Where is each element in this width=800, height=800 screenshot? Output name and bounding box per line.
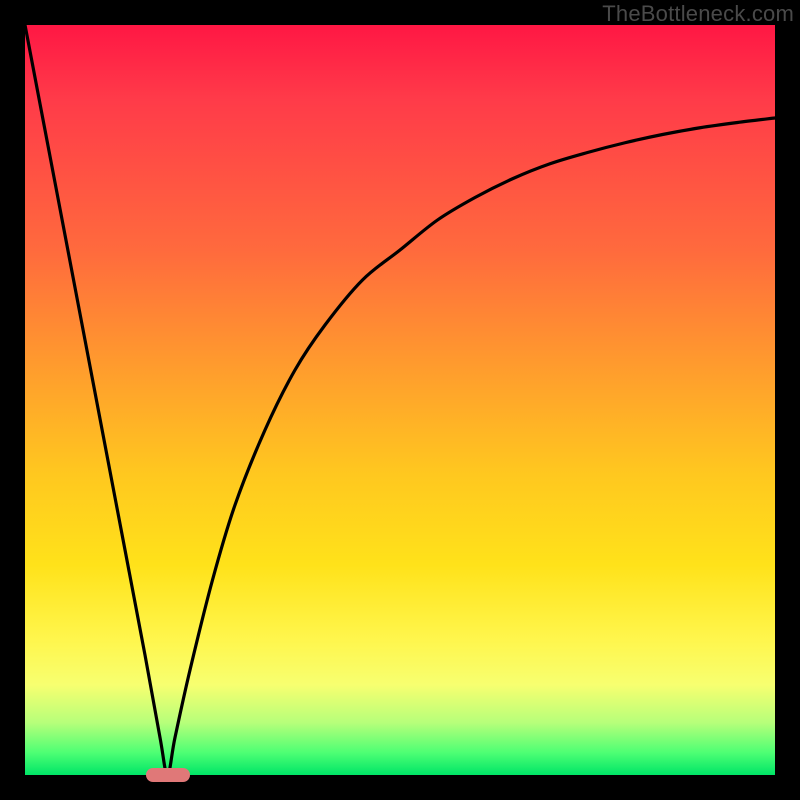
watermark-text: TheBottleneck.com (602, 1, 794, 27)
optimal-marker (146, 768, 190, 782)
bottleneck-curve (25, 25, 775, 775)
